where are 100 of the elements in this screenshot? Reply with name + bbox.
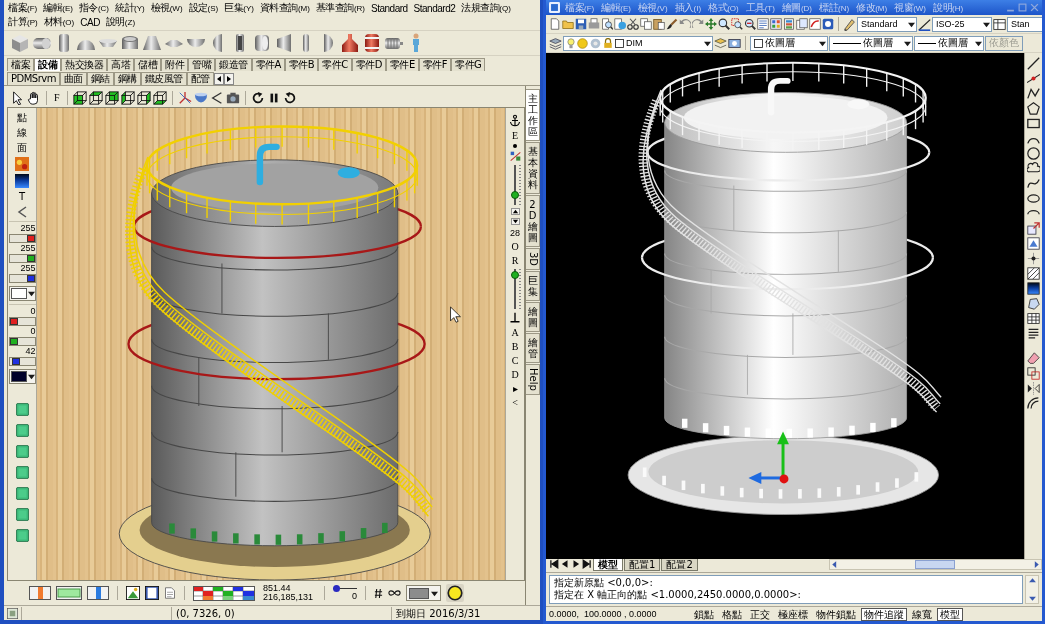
horizontal-scrollbar[interactable] (828, 559, 1042, 570)
duplicate-icon[interactable] (1027, 367, 1040, 380)
width-slider[interactable] (333, 585, 358, 592)
stripe-icon[interactable] (29, 586, 51, 600)
gradient-fill-icon[interactable] (1027, 282, 1040, 295)
side-tab[interactable]: 主工作區 (526, 89, 540, 141)
tab[interactable]: 鋼構 (114, 72, 141, 85)
offset-icon[interactable] (1027, 397, 1040, 410)
side-tab[interactable]: 巨集 (526, 271, 540, 302)
side-tab[interactable]: 繪圖 (526, 302, 540, 333)
menu-item[interactable]: 繪圖(D) (779, 0, 814, 15)
insert-block-icon[interactable] (1027, 222, 1040, 235)
color-slider-track[interactable] (8, 337, 36, 346)
axes-icon[interactable] (177, 90, 192, 105)
text-lines-icon[interactable] (1027, 327, 1040, 340)
color-dropdown[interactable]: 依圖層 (750, 35, 828, 51)
frame-button[interactable]: F (52, 91, 62, 104)
menu-item[interactable]: 檢視(W) (148, 1, 185, 15)
gradient-icon[interactable] (15, 174, 29, 188)
print-preview-icon[interactable] (601, 18, 613, 30)
help-icon[interactable] (822, 18, 834, 30)
menu-item[interactable]: 基準查詢(R) (313, 1, 367, 15)
menu-item[interactable]: 巨集(Y) (222, 1, 256, 15)
mode-button[interactable]: 線 (17, 127, 27, 139)
menu-item[interactable]: 編輯(E) (41, 1, 75, 15)
cube-view-icon[interactable] (152, 90, 167, 105)
mode-button[interactable]: 面 (17, 142, 27, 154)
layout-tab[interactable]: 模型 (593, 559, 623, 571)
cube-view-icon[interactable] (72, 90, 87, 105)
eraser-icon[interactable] (1027, 352, 1040, 365)
angle-icon[interactable] (209, 90, 224, 105)
menu-item[interactable]: 指令(C) (76, 1, 111, 15)
polyline-icon[interactable] (1027, 87, 1040, 100)
spin-down-icon[interactable] (510, 218, 520, 225)
menu-item[interactable]: 資料查詢(M) (257, 1, 312, 15)
text-tool-button[interactable]: T (18, 191, 26, 203)
copy-icon[interactable] (640, 18, 652, 30)
slider-thumb[interactable] (9, 338, 18, 345)
menu-item[interactable]: 統計(Y) (113, 1, 147, 15)
cube-view-icon[interactable] (136, 90, 151, 105)
short-cylinder-icon[interactable] (252, 33, 272, 53)
vertical-scrollbar[interactable] (1025, 575, 1039, 604)
color-slider-track[interactable] (8, 254, 36, 263)
cut-icon[interactable] (627, 18, 639, 30)
menu-item[interactable]: Standard (369, 1, 410, 15)
color-slider-track[interactable] (8, 234, 36, 243)
open-folder-icon[interactable] (562, 18, 574, 30)
last-page-icon[interactable] (582, 559, 592, 569)
menu-item[interactable]: CAD (78, 15, 102, 29)
save-icon[interactable] (575, 18, 587, 30)
tab[interactable]: 零件B (284, 58, 319, 71)
side-tab[interactable]: 基本資料 (526, 142, 540, 194)
zoom-previous-icon[interactable] (744, 18, 756, 30)
mirror-icon[interactable] (1027, 382, 1040, 395)
dimension-style-icon[interactable] (918, 17, 931, 31)
tab[interactable]: 檔案 (7, 58, 34, 71)
letter-button[interactable]: A (511, 327, 519, 338)
tool-palette-icon[interactable] (783, 18, 795, 30)
menu-item[interactable]: 檔案(F) (563, 0, 597, 15)
slider-thumb[interactable] (26, 255, 35, 262)
letter-button[interactable]: O (511, 241, 519, 252)
mode-button[interactable]: 點 (17, 112, 27, 124)
redo-icon[interactable] (692, 18, 704, 30)
spline-icon[interactable] (1027, 177, 1040, 190)
menu-item[interactable]: 說明(H) (931, 0, 966, 15)
rectangle-icon[interactable] (1027, 117, 1040, 130)
slider-thumb[interactable] (510, 271, 519, 280)
color-slider-track[interactable] (8, 274, 36, 283)
brush-icon[interactable] (666, 18, 678, 30)
make-block-icon[interactable] (1027, 237, 1040, 250)
square-tile-icon[interactable] (15, 466, 29, 479)
slider-thumb[interactable] (9, 318, 18, 325)
region-icon[interactable] (1027, 297, 1040, 310)
tab[interactable]: 管嘴 (188, 58, 215, 71)
texture-icon[interactable] (15, 157, 29, 171)
layout-tab[interactable]: 配置2 (661, 559, 698, 571)
menu-item[interactable]: 設定(S) (186, 1, 221, 15)
menu-item[interactable]: 插入(I) (672, 0, 704, 15)
square-tile-icon[interactable] (15, 403, 29, 416)
circle-icon[interactable] (446, 584, 465, 602)
text-style-dropdown[interactable]: Standard (857, 16, 917, 32)
status-toggle[interactable]: 線寬 (909, 607, 935, 621)
arrow-right-icon[interactable] (224, 73, 234, 85)
menu-item[interactable]: 編輯(E) (599, 0, 633, 15)
page-icon[interactable] (164, 586, 176, 600)
menu-item[interactable]: 計算(P) (6, 15, 40, 29)
zoom-window-icon[interactable] (731, 18, 743, 30)
revision-cloud-icon[interactable] (1027, 162, 1040, 175)
slider-thumb[interactable] (26, 275, 35, 282)
side-tab[interactable]: 2D繪圖 (526, 195, 540, 247)
new-file-icon[interactable] (549, 18, 561, 30)
color-grid-icon[interactable] (193, 585, 255, 601)
menu-item[interactable]: 工具(T) (743, 0, 777, 15)
side-tab[interactable]: 繪管 (526, 333, 540, 364)
layer-states-icon[interactable] (728, 36, 741, 50)
menu-item[interactable]: 檢視(V) (635, 0, 670, 15)
menu-item[interactable]: 法規查詢(Q) (459, 1, 513, 15)
anchor-icon[interactable] (509, 114, 521, 127)
tab[interactable]: 鐵皮風管 (141, 72, 187, 85)
letter-button[interactable]: ▸ (512, 383, 518, 394)
